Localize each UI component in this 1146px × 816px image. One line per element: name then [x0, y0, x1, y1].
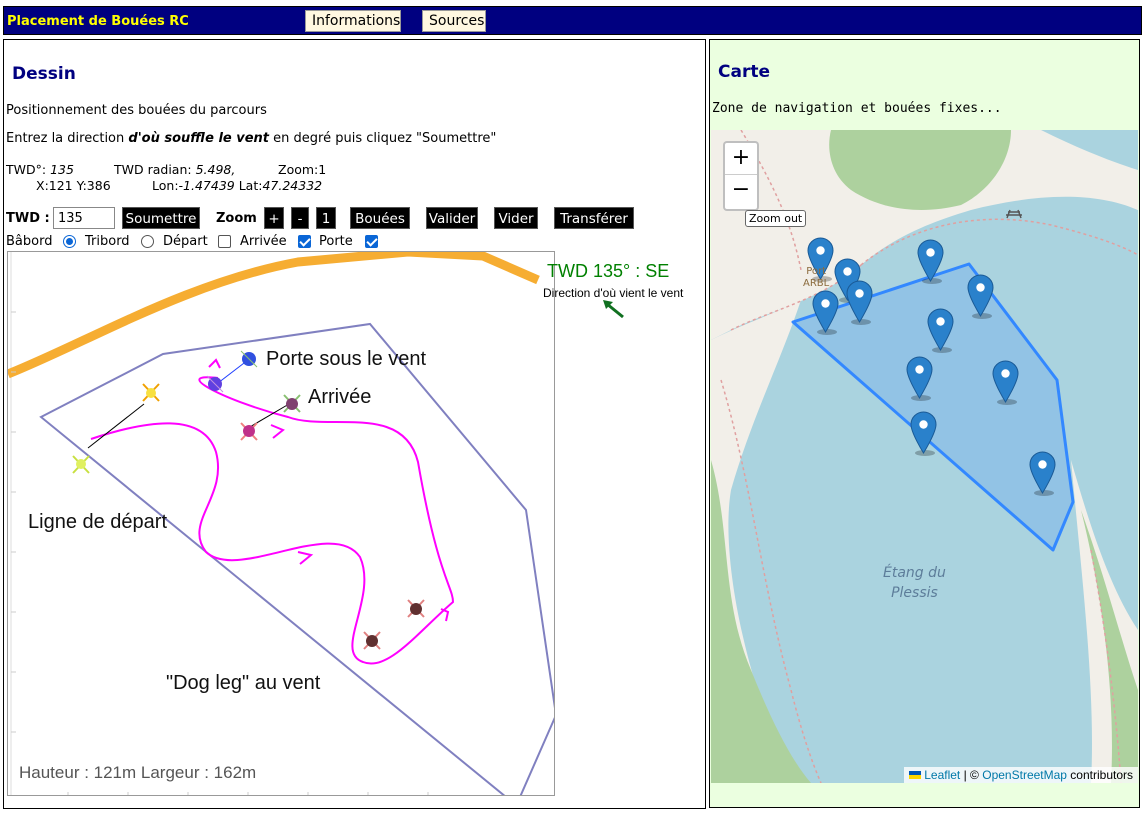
- submit-button[interactable]: Soumettre: [122, 207, 200, 229]
- dessin-title: Dessin: [12, 64, 76, 84]
- leaflet-map[interactable]: Port ARBL Étang du Plessis + − Zoom out Le…: [711, 130, 1138, 783]
- drawing-dimensions: Hauteur : 121m Largeur : 162m: [19, 763, 257, 782]
- starboard-label: Tribord: [85, 234, 130, 249]
- finish-label: Arrivée: [240, 234, 287, 249]
- zoom-reset-button[interactable]: 1: [316, 207, 336, 229]
- dessin-description: Positionnement des bouées du parcours: [6, 103, 267, 118]
- map-markers: [807, 237, 1056, 497]
- buoy-marker-6[interactable]: [967, 274, 994, 320]
- starboard-radio[interactable]: [141, 235, 154, 248]
- dogleg-buoy-2: [363, 631, 381, 650]
- carte-description: Zone de navigation et bouées fixes...: [712, 101, 1002, 116]
- buoy-marker-9[interactable]: [992, 360, 1019, 406]
- twd-deg-value: 135: [50, 162, 74, 177]
- dogleg-label-text: "Dog leg" au vent: [166, 672, 321, 694]
- gate-buoy-1: [240, 350, 258, 368]
- course-arrow-2: [297, 551, 314, 565]
- port-radio[interactable]: [63, 235, 76, 248]
- course-arrow-1: [270, 424, 285, 439]
- lat-value: 47.24332: [262, 178, 323, 193]
- twd-label: TWD :: [6, 211, 50, 226]
- attribution-suffix: contributors: [1066, 768, 1133, 782]
- dogleg-buoy-1: [407, 599, 425, 618]
- buoys-button[interactable]: Bouées: [350, 207, 410, 229]
- twd-rad-label: TWD radian:: [114, 162, 192, 177]
- start-checkbox[interactable]: [218, 235, 231, 248]
- buoy-marker-11[interactable]: [1029, 451, 1056, 497]
- twd-deg-info: TWD°: 135: [6, 162, 74, 177]
- instruction-suffix: en degré puis cliquez "Soumettre": [269, 131, 497, 146]
- lake-label: Étang du Plessis: [883, 563, 946, 603]
- start-buoy-2: [72, 455, 90, 474]
- place-label: Port ARBL: [803, 266, 829, 290]
- wind-direction-title: TWD 135° : SE: [547, 261, 670, 281]
- start-buoy-1: [142, 383, 160, 402]
- buoy-marker-5[interactable]: [846, 280, 873, 326]
- gate-label: Porte: [319, 234, 353, 249]
- start-label: Départ: [163, 234, 208, 249]
- course-drawing[interactable]: Porte sous le vent Arrivée Ligne de dépa…: [7, 251, 555, 796]
- buoy-marker-4[interactable]: [812, 290, 839, 336]
- app-title: Placement de Bouées RC: [7, 14, 189, 29]
- twd-rad-info: TWD radian: 5.498,: [114, 162, 235, 177]
- zoom-in-button[interactable]: +: [264, 207, 284, 229]
- instruction-prefix: Entrez la direction: [6, 131, 129, 146]
- buoy-marker-7[interactable]: [927, 308, 954, 354]
- dessin-instruction: Entrez la direction d'où souffle le vent…: [6, 131, 496, 146]
- validate-button[interactable]: Valider: [426, 207, 478, 229]
- map-attribution: Leaflet | © OpenStreetMap contributors: [904, 767, 1138, 783]
- map-zoom-control: + −: [723, 141, 759, 211]
- buoy-marker-3[interactable]: [917, 239, 944, 285]
- wind-arrow-icon: [603, 300, 624, 319]
- map-zoom-in-button[interactable]: +: [725, 143, 757, 175]
- lat-label: Lat:: [238, 178, 263, 193]
- start-line-label-text: Ligne de départ: [28, 511, 168, 533]
- transfer-button[interactable]: Transférer: [554, 207, 634, 229]
- lake-name-2: Plessis: [891, 585, 938, 601]
- place-name-1: Port: [806, 266, 827, 277]
- top-bar: Placement de Bouées RC Informations Sour…: [3, 6, 1142, 35]
- finish-buoy-2: [240, 422, 258, 441]
- instruction-emphasis: d'où souffle le vent: [128, 131, 270, 146]
- zoom-out-button[interactable]: -: [291, 207, 309, 229]
- ukraine-flag-icon: [909, 771, 922, 779]
- attribution-sep: | ©: [963, 768, 983, 782]
- lonlat-info: Lon:-1.47439 Lat:47.24332: [152, 178, 322, 193]
- navigation-zone-outline: [39, 322, 554, 795]
- course-arrow-4: [208, 358, 221, 369]
- sources-button[interactable]: Sources: [422, 10, 486, 32]
- dessin-toolbar: TWD : Soumettre Zoom + - 1 Bouées Valide…: [6, 206, 706, 230]
- twd-rad-value: 5.498,: [195, 162, 236, 177]
- twd-input[interactable]: [53, 207, 115, 229]
- finish-checkbox[interactable]: [298, 235, 311, 248]
- lake-name-1: Étang du: [883, 565, 946, 581]
- gate-buoy-2: [206, 375, 224, 393]
- xy-info: X:121 Y:386: [36, 178, 111, 193]
- place-name-2: ARBL: [803, 278, 830, 289]
- leaflet-link[interactable]: Leaflet: [924, 768, 960, 782]
- informations-button[interactable]: Informations: [305, 10, 401, 32]
- dessin-panel: Dessin Positionnement des bouées du parc…: [3, 39, 706, 809]
- lon-value: -1.47439: [178, 178, 235, 193]
- buoy-marker-10[interactable]: [910, 411, 937, 457]
- gate-checkbox[interactable]: [365, 235, 378, 248]
- carte-panel: Carte Zone de navigation et bouées fixes…: [709, 39, 1140, 808]
- zoom-info: Zoom:1: [278, 162, 327, 177]
- clear-button[interactable]: Vider: [494, 207, 538, 229]
- gate-pointer: [217, 359, 249, 384]
- zoom-out-tooltip: Zoom out: [745, 210, 807, 227]
- twd-deg-label: TWD°:: [6, 162, 47, 177]
- finish-buoy-1: [283, 394, 301, 413]
- port-label: Bâbord: [6, 234, 53, 249]
- osm-link[interactable]: OpenStreetMap: [982, 768, 1067, 782]
- options-row: Bâbord Tribord Départ Arrivée Porte: [6, 233, 406, 251]
- finish-label-text: Arrivée: [308, 386, 372, 408]
- gate-label-text: Porte sous le vent: [266, 348, 427, 370]
- buoy-marker-8[interactable]: [906, 356, 933, 402]
- lon-label: Lon:: [152, 178, 179, 193]
- carte-title: Carte: [718, 62, 770, 82]
- map-zoom-out-button[interactable]: −: [725, 175, 757, 207]
- zoom-label: Zoom: [216, 211, 257, 226]
